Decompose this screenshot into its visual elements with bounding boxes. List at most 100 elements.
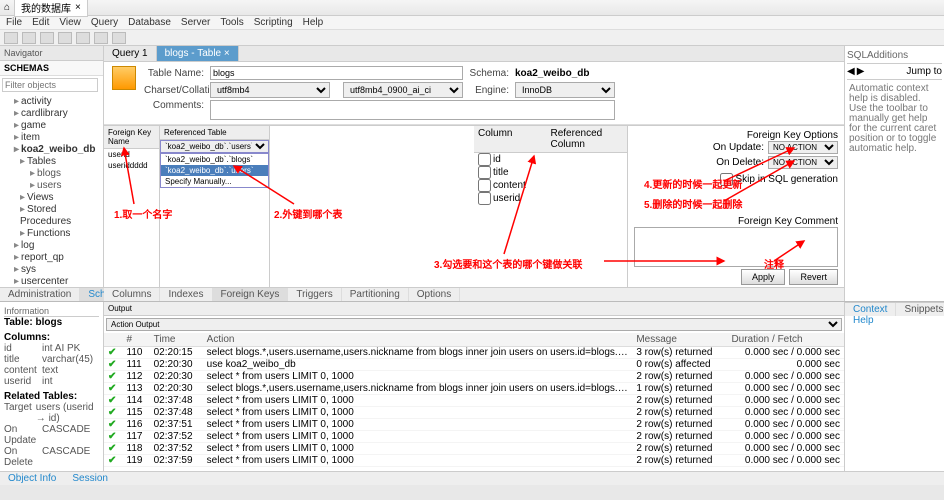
tree-node[interactable]: ▸item xyxy=(2,132,101,144)
fk-comment-input[interactable] xyxy=(634,227,838,267)
on-update-label: On Update: xyxy=(713,142,764,153)
col-checkbox[interactable] xyxy=(478,179,491,192)
tree-node[interactable]: ▸sys xyxy=(2,264,101,276)
ref-table-select[interactable]: `koa2_weibo_db`.`users` xyxy=(160,140,269,153)
tree-node[interactable]: ▸blogs xyxy=(2,168,101,180)
toolbar-button[interactable] xyxy=(58,32,72,44)
menu-query[interactable]: Query xyxy=(91,17,118,28)
fk-columns: ColumnReferenced Column id title content… xyxy=(474,126,628,287)
menu-tools[interactable]: Tools xyxy=(220,17,243,28)
table-name-input[interactable] xyxy=(210,66,463,80)
fk-name-row[interactable]: userid xyxy=(104,149,159,160)
tab-context-help[interactable]: Context Help xyxy=(845,303,896,316)
subtab-foreign-keys[interactable]: Foreign Keys xyxy=(213,288,289,301)
engine-select[interactable]: InnoDB xyxy=(515,82,615,98)
tree-node[interactable]: ▸users xyxy=(2,180,101,192)
list-item[interactable]: `koa2_weibo_db`.`blogs` xyxy=(161,154,268,165)
col-checkbox[interactable] xyxy=(478,192,491,205)
tab-administration[interactable]: Administration xyxy=(0,288,80,301)
table-row[interactable]: ✔11202:20:30select * from users LIMIT 0,… xyxy=(104,371,844,383)
table-name-label: Table Name: xyxy=(144,68,204,79)
tab-session[interactable]: Session xyxy=(64,472,116,485)
output-table: #TimeActionMessageDuration / Fetch ✔1100… xyxy=(104,333,844,467)
fk-name-column: Foreign Key Name userid useriddddd xyxy=(104,126,160,287)
tree-node[interactable]: ▸game xyxy=(2,120,101,132)
menu-edit[interactable]: Edit xyxy=(32,17,49,28)
tree-node[interactable]: ▸usercenter xyxy=(2,276,101,287)
col-checkbox[interactable] xyxy=(478,153,491,166)
filter-input[interactable] xyxy=(2,78,98,92)
skip-checkbox[interactable] xyxy=(720,173,733,186)
table-row[interactable]: ✔11902:37:59select * from users LIMIT 0,… xyxy=(104,455,844,467)
menu-server[interactable]: Server xyxy=(181,17,210,28)
apply-button[interactable]: Apply xyxy=(741,269,786,285)
subtab-options[interactable]: Options xyxy=(409,288,460,301)
output-selector[interactable]: Action Output xyxy=(106,318,842,331)
tab-query1[interactable]: Query 1 xyxy=(104,46,157,61)
close-icon[interactable]: × xyxy=(224,48,230,59)
subtab-columns[interactable]: Columns xyxy=(104,288,160,301)
content-tabs: Query 1 blogs - Table × xyxy=(104,46,844,62)
fk-name-row[interactable]: useriddddd xyxy=(104,160,159,171)
table-row[interactable]: ✔11002:20:15select blogs.*,users.usernam… xyxy=(104,347,844,359)
table-row[interactable]: ✔11602:37:51select * from users LIMIT 0,… xyxy=(104,419,844,431)
on-delete-select[interactable]: NO ACTION xyxy=(768,156,838,169)
col-checkbox[interactable] xyxy=(478,166,491,179)
subtab-triggers[interactable]: Triggers xyxy=(288,288,341,301)
tree-node[interactable]: ▸activity xyxy=(2,96,101,108)
list-item[interactable]: Specify Manually... xyxy=(161,176,268,187)
tree-node[interactable]: ▸Stored Procedures xyxy=(2,204,101,228)
tree-node[interactable]: ▸koa2_weibo_db xyxy=(2,144,101,156)
subtab-indexes[interactable]: Indexes xyxy=(160,288,212,301)
menu-scripting[interactable]: Scripting xyxy=(254,17,293,28)
table-row[interactable]: ✔11102:20:30use koa2_weibo_db0 row(s) af… xyxy=(104,359,844,371)
toolbar-button[interactable] xyxy=(22,32,36,44)
menu-database[interactable]: Database xyxy=(128,17,171,28)
charset-select[interactable]: utf8mb4 xyxy=(210,82,330,98)
content-area: Query 1 blogs - Table × Table Name: Sche… xyxy=(104,46,844,301)
close-icon[interactable]: × xyxy=(75,2,81,13)
tab-object-info[interactable]: Object Info xyxy=(0,472,64,485)
toolbar-button[interactable] xyxy=(94,32,108,44)
schema-value: koa2_weibo_db xyxy=(515,68,615,79)
menu-help[interactable]: Help xyxy=(303,17,324,28)
col-header: Column xyxy=(478,128,551,150)
list-item[interactable]: `koa2_weibo_db`.`users` xyxy=(161,165,268,176)
forward-icon[interactable]: ▶ xyxy=(857,66,865,77)
ref-table-list[interactable]: `koa2_weibo_db`.`blogs` `koa2_weibo_db`.… xyxy=(160,153,269,188)
toolbar-button[interactable] xyxy=(76,32,90,44)
tree-node[interactable]: ▸report_qp xyxy=(2,252,101,264)
table-row[interactable]: ✔11702:37:52select * from users LIMIT 0,… xyxy=(104,431,844,443)
table-row[interactable]: ✔11402:37:48select * from users LIMIT 0,… xyxy=(104,395,844,407)
back-icon[interactable]: ◀ xyxy=(847,66,855,77)
menu-view[interactable]: View xyxy=(59,17,81,28)
information-panel: Information Table: blogs Columns: idint … xyxy=(0,302,104,471)
tree-node[interactable]: ▸Views xyxy=(2,192,101,204)
revert-button[interactable]: Revert xyxy=(789,269,838,285)
editor-subtabs: Columns Indexes Foreign Keys Triggers Pa… xyxy=(104,287,844,301)
toolbar-button[interactable] xyxy=(112,32,126,44)
tree-node[interactable]: ▸log xyxy=(2,240,101,252)
tree-node[interactable]: ▸cardlibrary xyxy=(2,108,101,120)
jump-to-label[interactable]: Jump to xyxy=(866,66,942,77)
tab-snippets[interactable]: Snippets xyxy=(896,303,944,316)
tree-node[interactable]: ▸Functions xyxy=(2,228,101,240)
table-row[interactable]: ✔11502:37:48select * from users LIMIT 0,… xyxy=(104,407,844,419)
table-row[interactable]: ✔11802:37:52select * from users LIMIT 0,… xyxy=(104,443,844,455)
related-section: Related Tables: xyxy=(4,391,99,402)
skip-label: Skip in SQL generation xyxy=(736,174,838,185)
tree-node[interactable]: ▸Tables xyxy=(2,156,101,168)
comments-input[interactable] xyxy=(210,100,615,120)
menu-file[interactable]: File xyxy=(6,17,22,28)
collation-select[interactable]: utf8mb4_0900_ai_ci xyxy=(343,82,463,98)
home-icon[interactable]: ⌂ xyxy=(4,2,10,13)
subtab-partitioning[interactable]: Partitioning xyxy=(342,288,409,301)
table-icon xyxy=(112,66,136,90)
table-row[interactable]: ✔11302:20:30select blogs.*,users.usernam… xyxy=(104,383,844,395)
schema-tree[interactable]: ▸activity▸cardlibrary▸game▸item▸koa2_wei… xyxy=(0,94,103,287)
toolbar-button[interactable] xyxy=(4,32,18,44)
on-update-select[interactable]: NO ACTION xyxy=(768,141,838,154)
tab-blogs-table[interactable]: blogs - Table × xyxy=(157,46,239,61)
toolbar-button[interactable] xyxy=(40,32,54,44)
window-tab[interactable]: 我的数据库 × xyxy=(14,0,88,17)
